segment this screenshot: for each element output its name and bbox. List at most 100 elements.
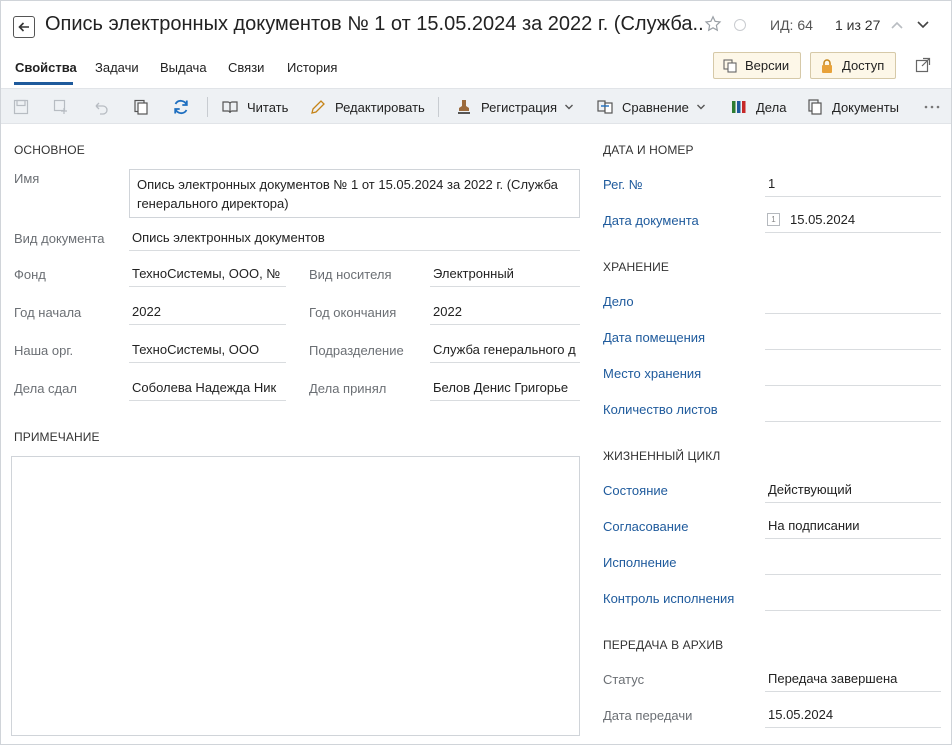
handed-field[interactable]: Соболева Надежда Ник xyxy=(129,379,286,401)
state-label[interactable]: Состояние xyxy=(603,483,668,498)
versions-icon xyxy=(723,58,737,73)
stamp-icon xyxy=(458,100,470,114)
execution-field[interactable] xyxy=(765,553,941,575)
fund-label: Фонд xyxy=(14,267,46,282)
compare-icon xyxy=(597,100,613,114)
status-field[interactable]: Передача завершена xyxy=(765,670,941,692)
documents-label: Документы xyxy=(832,99,900,115)
registration-label: Регистрация xyxy=(481,99,557,115)
versions-button[interactable]: Версии xyxy=(713,52,801,79)
org-field[interactable]: ТехноСистемы, ООО xyxy=(129,341,286,363)
title-bar: Опись электронных документов № 1 от 15.0… xyxy=(0,0,950,48)
dept-label: Подразделение xyxy=(309,343,404,358)
carrier-field[interactable]: Электронный xyxy=(430,265,580,287)
doc-date-field[interactable]: 15.05.2024 xyxy=(765,211,941,233)
refresh-icon[interactable] xyxy=(172,98,190,116)
back-button[interactable] xyxy=(13,16,35,38)
status-circle-icon[interactable] xyxy=(734,19,746,31)
undo-icon[interactable] xyxy=(92,98,110,116)
transfer-date-field[interactable]: 15.05.2024 xyxy=(765,706,941,728)
state-field[interactable]: Действующий xyxy=(765,481,941,503)
status-label: Статус xyxy=(603,672,645,687)
section-title-archive: ПЕРЕДАЧА В АРХИВ xyxy=(603,638,724,652)
execution-label[interactable]: Исполнение xyxy=(603,555,677,570)
toolbar-separator xyxy=(438,97,439,117)
chevron-down-icon[interactable] xyxy=(916,18,930,32)
read-button[interactable]: Читать xyxy=(221,97,288,117)
cases-button[interactable]: Дела xyxy=(730,97,786,117)
toolbar: Читать Редактировать Регистрация Сравнен… xyxy=(1,88,951,124)
reg-no-label[interactable]: Рег. № xyxy=(603,177,643,192)
compare-label: Сравнение xyxy=(622,99,689,115)
placement-date-field[interactable] xyxy=(765,328,941,350)
start-year-label: Год начала xyxy=(14,305,82,320)
tab-issue[interactable]: Выдача xyxy=(160,60,207,75)
calendar-icon[interactable]: 1 xyxy=(767,213,780,226)
documents-icon xyxy=(808,99,822,115)
record-id: ИД: 64 xyxy=(770,17,813,33)
fund-field[interactable]: ТехноСистемы, ООО, № xyxy=(129,265,286,287)
org-label: Наша орг. xyxy=(14,343,74,358)
control-field[interactable] xyxy=(765,589,941,611)
end-year-label: Год окончания xyxy=(309,305,397,320)
copy-icon[interactable] xyxy=(132,98,150,116)
pencil-icon xyxy=(311,100,325,114)
start-year-field[interactable]: 2022 xyxy=(129,303,286,325)
active-tab-indicator xyxy=(14,82,73,85)
page-title: Опись электронных документов № 1 от 15.0… xyxy=(45,13,705,35)
lock-icon xyxy=(822,58,832,73)
edit-label: Редактировать xyxy=(335,99,425,115)
section-title-note: ПРИМЕЧАНИЕ xyxy=(14,430,100,444)
end-year-field[interactable]: 2022 xyxy=(430,303,580,325)
tab-history[interactable]: История xyxy=(287,60,337,75)
toolbar-separator xyxy=(207,97,208,117)
doc-kind-label: Вид документа xyxy=(14,231,105,246)
sheets-field[interactable] xyxy=(765,400,941,422)
chevron-down-icon xyxy=(565,104,573,110)
tab-links[interactable]: Связи xyxy=(228,60,264,75)
save-icon[interactable] xyxy=(12,98,30,116)
received-field[interactable]: Белов Денис Григорье xyxy=(430,379,580,401)
cases-label: Дела xyxy=(756,99,787,115)
popout-icon[interactable] xyxy=(915,57,931,73)
approval-label[interactable]: Согласование xyxy=(603,519,688,534)
access-label: Доступ xyxy=(842,58,885,73)
received-label: Дела принял xyxy=(309,381,387,396)
case-label[interactable]: Дело xyxy=(603,294,634,309)
tab-properties[interactable]: Свойства xyxy=(15,60,77,75)
read-label: Читать xyxy=(247,99,289,115)
registration-button[interactable]: Регистрация xyxy=(455,97,574,117)
location-label[interactable]: Место хранения xyxy=(603,366,701,381)
more-icon[interactable] xyxy=(924,105,940,109)
section-title-date-number: ДАТА И НОМЕР xyxy=(603,143,694,157)
access-button[interactable]: Доступ xyxy=(810,52,896,79)
star-icon[interactable] xyxy=(704,15,722,33)
note-textarea[interactable] xyxy=(11,456,580,736)
record-position: 1 из 27 xyxy=(835,17,881,33)
arrow-left-icon xyxy=(18,22,29,32)
documents-button[interactable]: Документы xyxy=(806,97,899,117)
reg-no-field[interactable]: 1 xyxy=(765,175,941,197)
control-label[interactable]: Контроль исполнения xyxy=(603,591,734,606)
save-close-icon[interactable] xyxy=(52,98,70,116)
doc-date-label[interactable]: Дата документа xyxy=(603,213,699,228)
dept-field[interactable]: Служба генерального д xyxy=(430,341,580,363)
tab-tasks[interactable]: Задачи xyxy=(95,60,139,75)
chevron-up-icon[interactable] xyxy=(890,18,904,32)
placement-date-label[interactable]: Дата помещения xyxy=(603,330,705,345)
section-title-lifecycle: ЖИЗНЕННЫЙ ЦИКЛ xyxy=(603,449,721,463)
location-field[interactable] xyxy=(765,364,941,386)
approval-field[interactable]: На подписании xyxy=(765,517,941,539)
binders-icon xyxy=(732,101,746,113)
name-field[interactable]: Опись электронных документов № 1 от 15.0… xyxy=(129,169,580,218)
doc-kind-field[interactable]: Опись электронных документов xyxy=(129,229,580,251)
edit-button[interactable]: Редактировать xyxy=(309,97,425,117)
sheets-label[interactable]: Количество листов xyxy=(603,402,718,417)
section-title-storage: ХРАНЕНИЕ xyxy=(603,260,669,274)
name-label: Имя xyxy=(14,171,40,186)
compare-button[interactable]: Сравнение xyxy=(596,97,706,117)
carrier-label: Вид носителя xyxy=(309,267,392,282)
case-field[interactable] xyxy=(765,292,941,314)
chevron-down-icon xyxy=(696,104,705,110)
handed-label: Дела сдал xyxy=(14,381,77,396)
